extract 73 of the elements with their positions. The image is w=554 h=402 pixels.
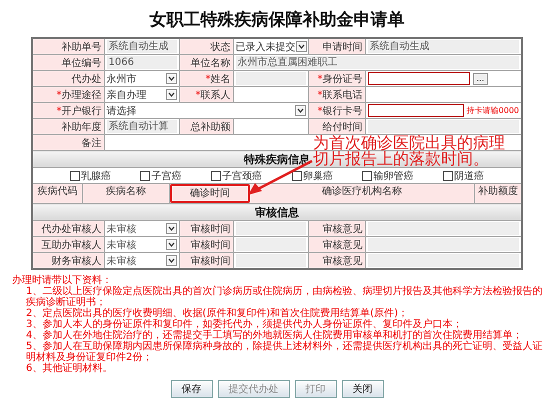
field-label: *联系人 <box>179 86 233 102</box>
note-item: 2、定点医院出具的医疗收费明细、收据(原件和复印件)和首次住院费用结算单(原件)； <box>25 308 409 319</box>
annotation-text: 为首次确诊医院出具的病理切片报告上的落款时间。 <box>313 135 506 167</box>
note-item: 6、其他证明材料。 <box>25 363 114 374</box>
field-label: 审核意见 <box>308 236 365 252</box>
checkbox[interactable] <box>443 170 454 180</box>
caret-icon <box>166 255 176 266</box>
column-header: 补助额度 <box>477 184 519 199</box>
field-label: 审核意见 <box>308 220 365 236</box>
field-label: *姓名 <box>179 70 233 86</box>
field-label: 财务审核人 <box>32 252 104 269</box>
field-label: 审核意见 <box>308 252 365 269</box>
caret-icon <box>166 223 176 234</box>
note-item: 4、参加人在外地住院治疗的，还需提交手工填写的外地就医病人住院费用审核单和机打的首次住院费用结算单； <box>25 330 524 341</box>
checkbox-label: 子宫颈癌 <box>222 170 262 182</box>
readonly-field <box>236 72 306 85</box>
field-label: *开户银行 <box>32 102 104 118</box>
field-label: 总补助额 <box>179 118 233 134</box>
caret-icon <box>294 105 306 116</box>
note-item: 1、二级以上医疗保险定点医院出具的首次门诊病历或住院病历，由病检验、病理切片报告及其他科学方法检验报告的疾病诊断证明书； <box>25 286 544 308</box>
notes-heading: 办理时请带以下资料： <box>12 275 113 286</box>
input-field[interactable] <box>368 104 464 117</box>
checkbox-label: 阴道癌 <box>454 170 484 182</box>
field-label: 代办处 <box>32 70 104 86</box>
hint-text: 持卡请输0000 <box>466 105 519 116</box>
checkbox[interactable] <box>211 170 222 180</box>
field-label: 审核时间 <box>179 236 233 252</box>
section-header: 审核信息 <box>32 204 522 220</box>
field-label: *银行卡号 <box>308 102 365 118</box>
readonly-field: 永州市总直属困难职工 <box>236 56 519 69</box>
checkbox[interactable] <box>140 170 150 180</box>
readonly-field <box>236 222 306 235</box>
readonly-field: 系统自动生成 <box>368 40 519 53</box>
checkbox[interactable] <box>70 170 80 180</box>
readonly-field <box>236 238 306 251</box>
field-label: *办理途径 <box>32 86 104 102</box>
field-label: *身份证号 <box>308 70 365 86</box>
field-label: *联系电话 <box>308 86 365 102</box>
checkbox-label: 卵巢癌 <box>302 170 333 182</box>
readonly-field: 系统自动生成 <box>106 40 176 53</box>
note-item: 3、参加人本人的身份证原件和复印件，如委托代办，须提供代办人身份证原件、复印件及户口本； <box>25 319 462 330</box>
field-label: 给付时间 <box>308 118 365 134</box>
column-header: 疾病代码 <box>33 184 83 202</box>
checkbox[interactable] <box>362 170 372 180</box>
field-label: 单位名称 <box>179 54 233 70</box>
column-header: 疾病名称 <box>83 184 170 202</box>
field-label: 审核时间 <box>179 252 233 269</box>
field-label: 备注 <box>32 134 104 150</box>
checkbox-label: 子宫癌 <box>151 170 182 182</box>
form-button[interactable]: 保存 <box>170 380 212 398</box>
form-button[interactable]: 关闭 <box>342 380 384 398</box>
caret-icon <box>166 73 176 84</box>
checkbox[interactable] <box>292 170 302 180</box>
readonly-field: 1066 <box>106 56 176 69</box>
checkbox-label: 输卵管癌 <box>373 170 414 182</box>
browse-button[interactable]: ... <box>472 72 488 84</box>
field-label: 互助办审核人 <box>32 236 104 252</box>
readonly-field <box>236 254 306 267</box>
note-item: 5、参加人在互助保障期内因患所保障病种身故的，除提供上述材料外，还需提供医疗机构出具的死亡证明、受益人证明材料及身份证复印件2份； <box>25 341 544 363</box>
caret-icon <box>166 239 176 250</box>
field-label: 代办处审核人 <box>32 220 104 236</box>
field-label: 状态 <box>179 38 233 54</box>
caret-icon <box>166 89 176 100</box>
checkbox-label: 乳腺癌 <box>80 170 111 182</box>
field-label: 补助单号 <box>32 38 104 54</box>
field-label: 补助年度 <box>32 118 104 134</box>
readonly-field: 系统自动计算 <box>106 120 176 133</box>
column-header: 确诊时间 <box>170 184 250 202</box>
field-label: 申请时间 <box>308 38 365 54</box>
field-label: 审核时间 <box>179 220 233 236</box>
form-title: 女职工特殊疾病保障补助金申请单 <box>148 9 406 32</box>
input-field[interactable] <box>368 72 470 85</box>
field-label: 单位编号 <box>32 54 104 70</box>
